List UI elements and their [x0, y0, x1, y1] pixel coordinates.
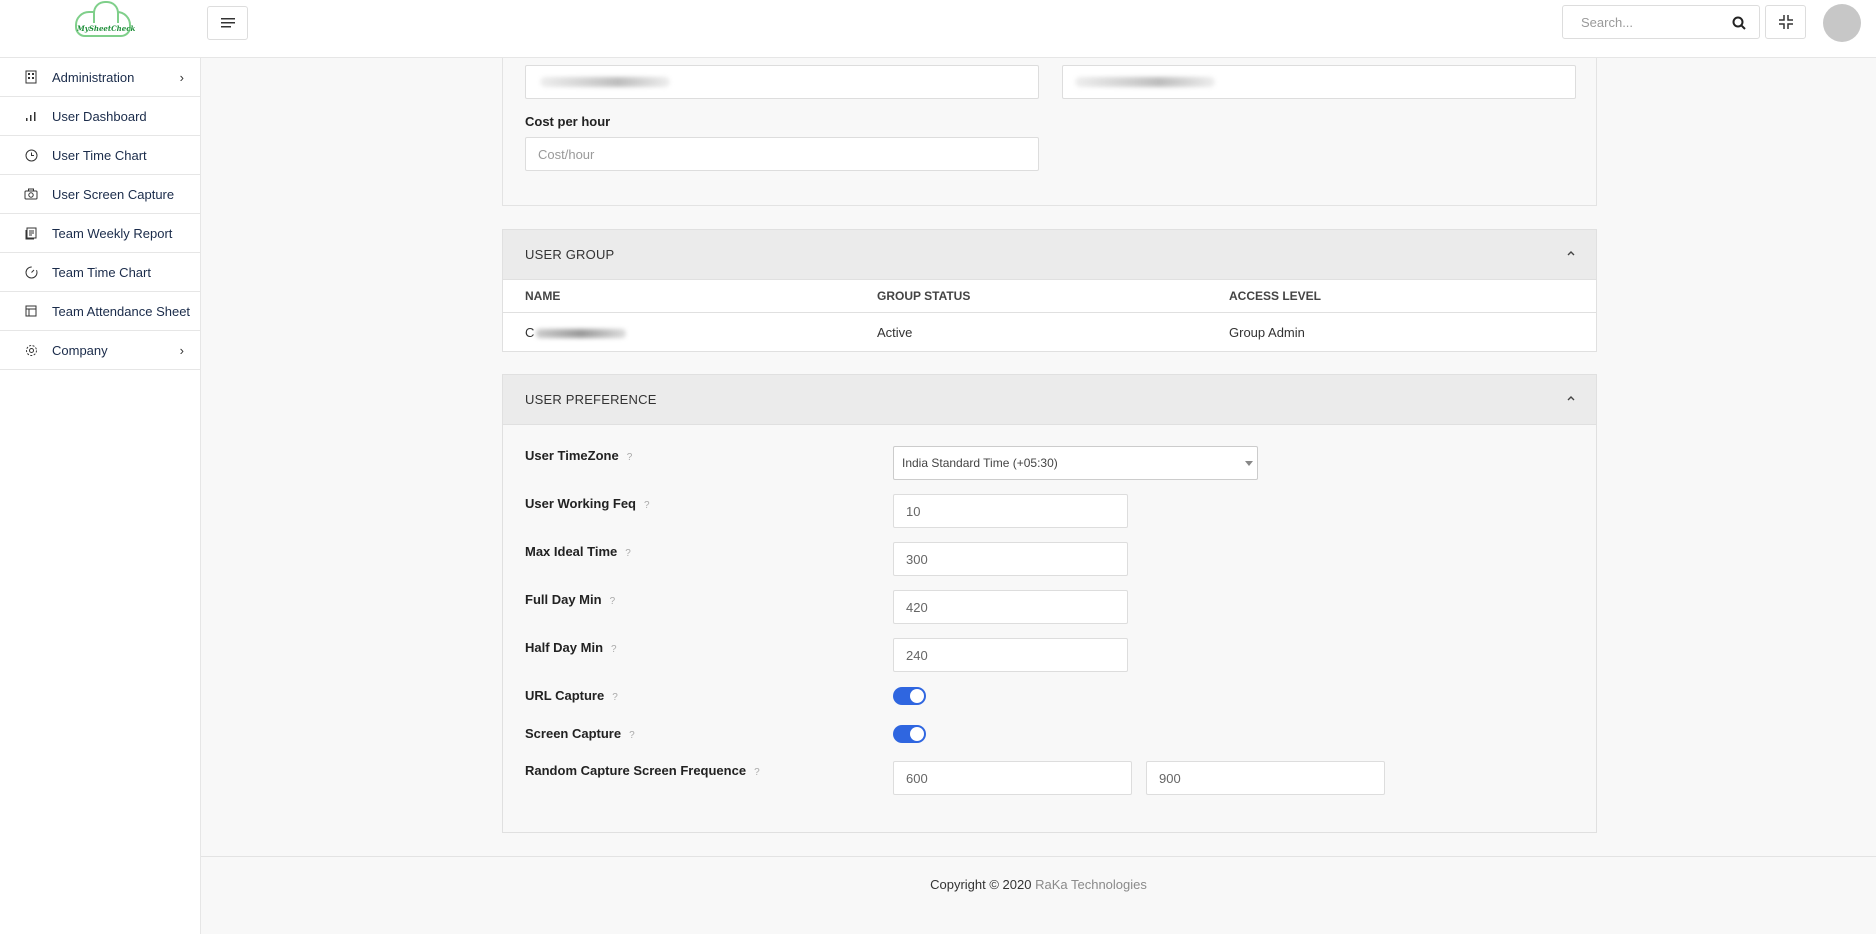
sidebar-item-label: User Time Chart	[52, 147, 147, 163]
sidebar: Administration › User Dashboard User Tim…	[0, 58, 201, 934]
user-group-header[interactable]: USER GROUP	[503, 230, 1596, 280]
sidebar-item-user-time-chart[interactable]: User Time Chart	[0, 136, 200, 175]
url-capture-label: URL Capture?	[525, 688, 618, 703]
name-field[interactable]	[525, 65, 1039, 99]
redacted-value	[540, 77, 670, 87]
group-table-header: NAME GROUP STATUS ACCESS LEVEL	[503, 280, 1596, 313]
company-link[interactable]: RaKa Technologies	[1035, 877, 1147, 892]
hamburger-icon	[220, 18, 235, 28]
copyright-text: Copyright © 2020 RaKa Technologies	[201, 877, 1876, 892]
sidebar-item-label: Team Time Chart	[52, 264, 151, 280]
access-level-cell: Group Admin	[1229, 324, 1305, 340]
avatar[interactable]	[1823, 4, 1861, 42]
sidebar-item-label: User Screen Capture	[52, 186, 175, 202]
help-icon[interactable]: ?	[629, 730, 635, 741]
chevron-up-icon[interactable]	[1566, 248, 1576, 258]
group-status-cell: Active	[877, 324, 913, 340]
search-box	[1562, 5, 1760, 39]
gauge-icon	[24, 265, 38, 279]
chevron-up-icon[interactable]	[1566, 393, 1576, 403]
column-header-access: ACCESS LEVEL	[1229, 289, 1322, 303]
timezone-value: India Standard Time (+05:30)	[902, 456, 1058, 470]
sidebar-item-label: Team Weekly Report	[52, 225, 173, 241]
user-preference-header[interactable]: USER PREFERENCE	[503, 375, 1596, 425]
sidebar-item-label: Team Attendance Sheet	[52, 303, 191, 319]
help-icon[interactable]: ?	[611, 644, 617, 655]
app-logo[interactable]: MySheetCheck	[72, 1, 136, 42]
camera-icon	[24, 187, 38, 201]
sidebar-item-user-dashboard[interactable]: User Dashboard	[0, 97, 200, 136]
full-day-label: Full Day Min?	[525, 592, 616, 607]
redacted-value	[1075, 77, 1215, 87]
group-name-cell: C	[525, 324, 627, 340]
cost-per-hour-input[interactable]: Cost/hour	[525, 137, 1039, 171]
logo-text: MySheetCheck	[77, 24, 136, 33]
help-icon[interactable]: ?	[627, 452, 633, 463]
url-capture-toggle[interactable]	[893, 687, 926, 705]
panel-title: USER PREFERENCE	[525, 392, 657, 407]
random-freq-max-input[interactable]: 900	[1146, 761, 1385, 795]
half-day-input[interactable]: 240	[893, 638, 1128, 672]
cost-per-hour-label: Cost per hour	[525, 114, 611, 129]
random-freq-label: Random Capture Screen Frequence?	[525, 763, 760, 778]
user-preference-panel: USER PREFERENCE User TimeZone? India Sta…	[502, 374, 1597, 833]
dropdown-arrow-icon	[1245, 461, 1253, 466]
search-input[interactable]	[1563, 6, 1713, 38]
sidebar-item-label: Administration	[52, 69, 135, 85]
sidebar-item-team-attendance-sheet[interactable]: Team Attendance Sheet	[0, 292, 200, 331]
sidebar-item-team-time-chart[interactable]: Team Time Chart	[0, 253, 200, 292]
toggle-knob	[910, 727, 924, 741]
panel-title: USER GROUP	[525, 247, 615, 262]
max-ideal-label: Max Ideal Time?	[525, 544, 631, 559]
gear-icon	[24, 343, 38, 357]
sidebar-item-team-weekly-report[interactable]: Team Weekly Report	[0, 214, 200, 253]
top-bar: MySheetCheck	[0, 0, 1876, 58]
max-ideal-input[interactable]: 300	[893, 542, 1128, 576]
help-icon[interactable]: ?	[625, 548, 631, 559]
fullscreen-exit-button[interactable]	[1765, 5, 1806, 39]
half-day-label: Half Day Min?	[525, 640, 617, 655]
help-icon[interactable]: ?	[644, 500, 650, 511]
copyright-label: Copyright © 2020	[930, 877, 1032, 892]
sidebar-item-user-screen-capture[interactable]: User Screen Capture	[0, 175, 200, 214]
sidebar-item-label: User Dashboard	[52, 108, 147, 124]
group-name-visible: C	[525, 324, 535, 340]
table-icon	[24, 304, 38, 318]
timezone-select[interactable]: India Standard Time (+05:30)	[893, 446, 1258, 480]
full-day-input[interactable]: 420	[893, 590, 1128, 624]
sidebar-item-administration[interactable]: Administration ›	[0, 58, 200, 97]
table-row: C Active Group Admin	[503, 313, 1596, 351]
menu-toggle-button[interactable]	[207, 6, 248, 40]
email-field[interactable]	[1062, 65, 1576, 99]
working-freq-label: User Working Feq?	[525, 496, 650, 511]
report-icon	[24, 226, 38, 240]
search-icon[interactable]	[1731, 15, 1747, 31]
footer: Copyright © 2020 RaKa Technologies	[201, 856, 1876, 934]
timezone-label: User TimeZone?	[525, 448, 633, 463]
random-freq-min-input[interactable]: 600	[893, 761, 1132, 795]
user-group-panel: USER GROUP NAME GROUP STATUS ACCESS LEVE…	[502, 229, 1597, 352]
chevron-right-icon: ›	[179, 343, 184, 358]
help-icon[interactable]: ?	[754, 767, 760, 778]
user-details-card: Cost per hour Cost/hour	[502, 58, 1597, 206]
bar-chart-icon	[24, 109, 38, 123]
clock-icon	[24, 148, 38, 162]
help-icon[interactable]: ?	[612, 692, 618, 703]
toggle-knob	[910, 689, 924, 703]
cloud-logo-icon: MySheetCheck	[75, 1, 136, 37]
compress-icon	[1778, 15, 1793, 29]
working-freq-input[interactable]: 10	[893, 494, 1128, 528]
screen-capture-toggle[interactable]	[893, 725, 926, 743]
sidebar-item-company[interactable]: Company ›	[0, 331, 200, 370]
sidebar-item-label: Company	[52, 342, 108, 358]
chevron-right-icon: ›	[179, 70, 184, 85]
screen-capture-label: Screen Capture?	[525, 726, 635, 741]
building-icon	[24, 70, 38, 84]
redacted-value	[536, 328, 627, 338]
cost-per-hour-placeholder: Cost/hour	[538, 146, 595, 162]
column-header-status: GROUP STATUS	[877, 289, 971, 303]
help-icon[interactable]: ?	[610, 596, 616, 607]
column-header-name: NAME	[525, 289, 561, 303]
